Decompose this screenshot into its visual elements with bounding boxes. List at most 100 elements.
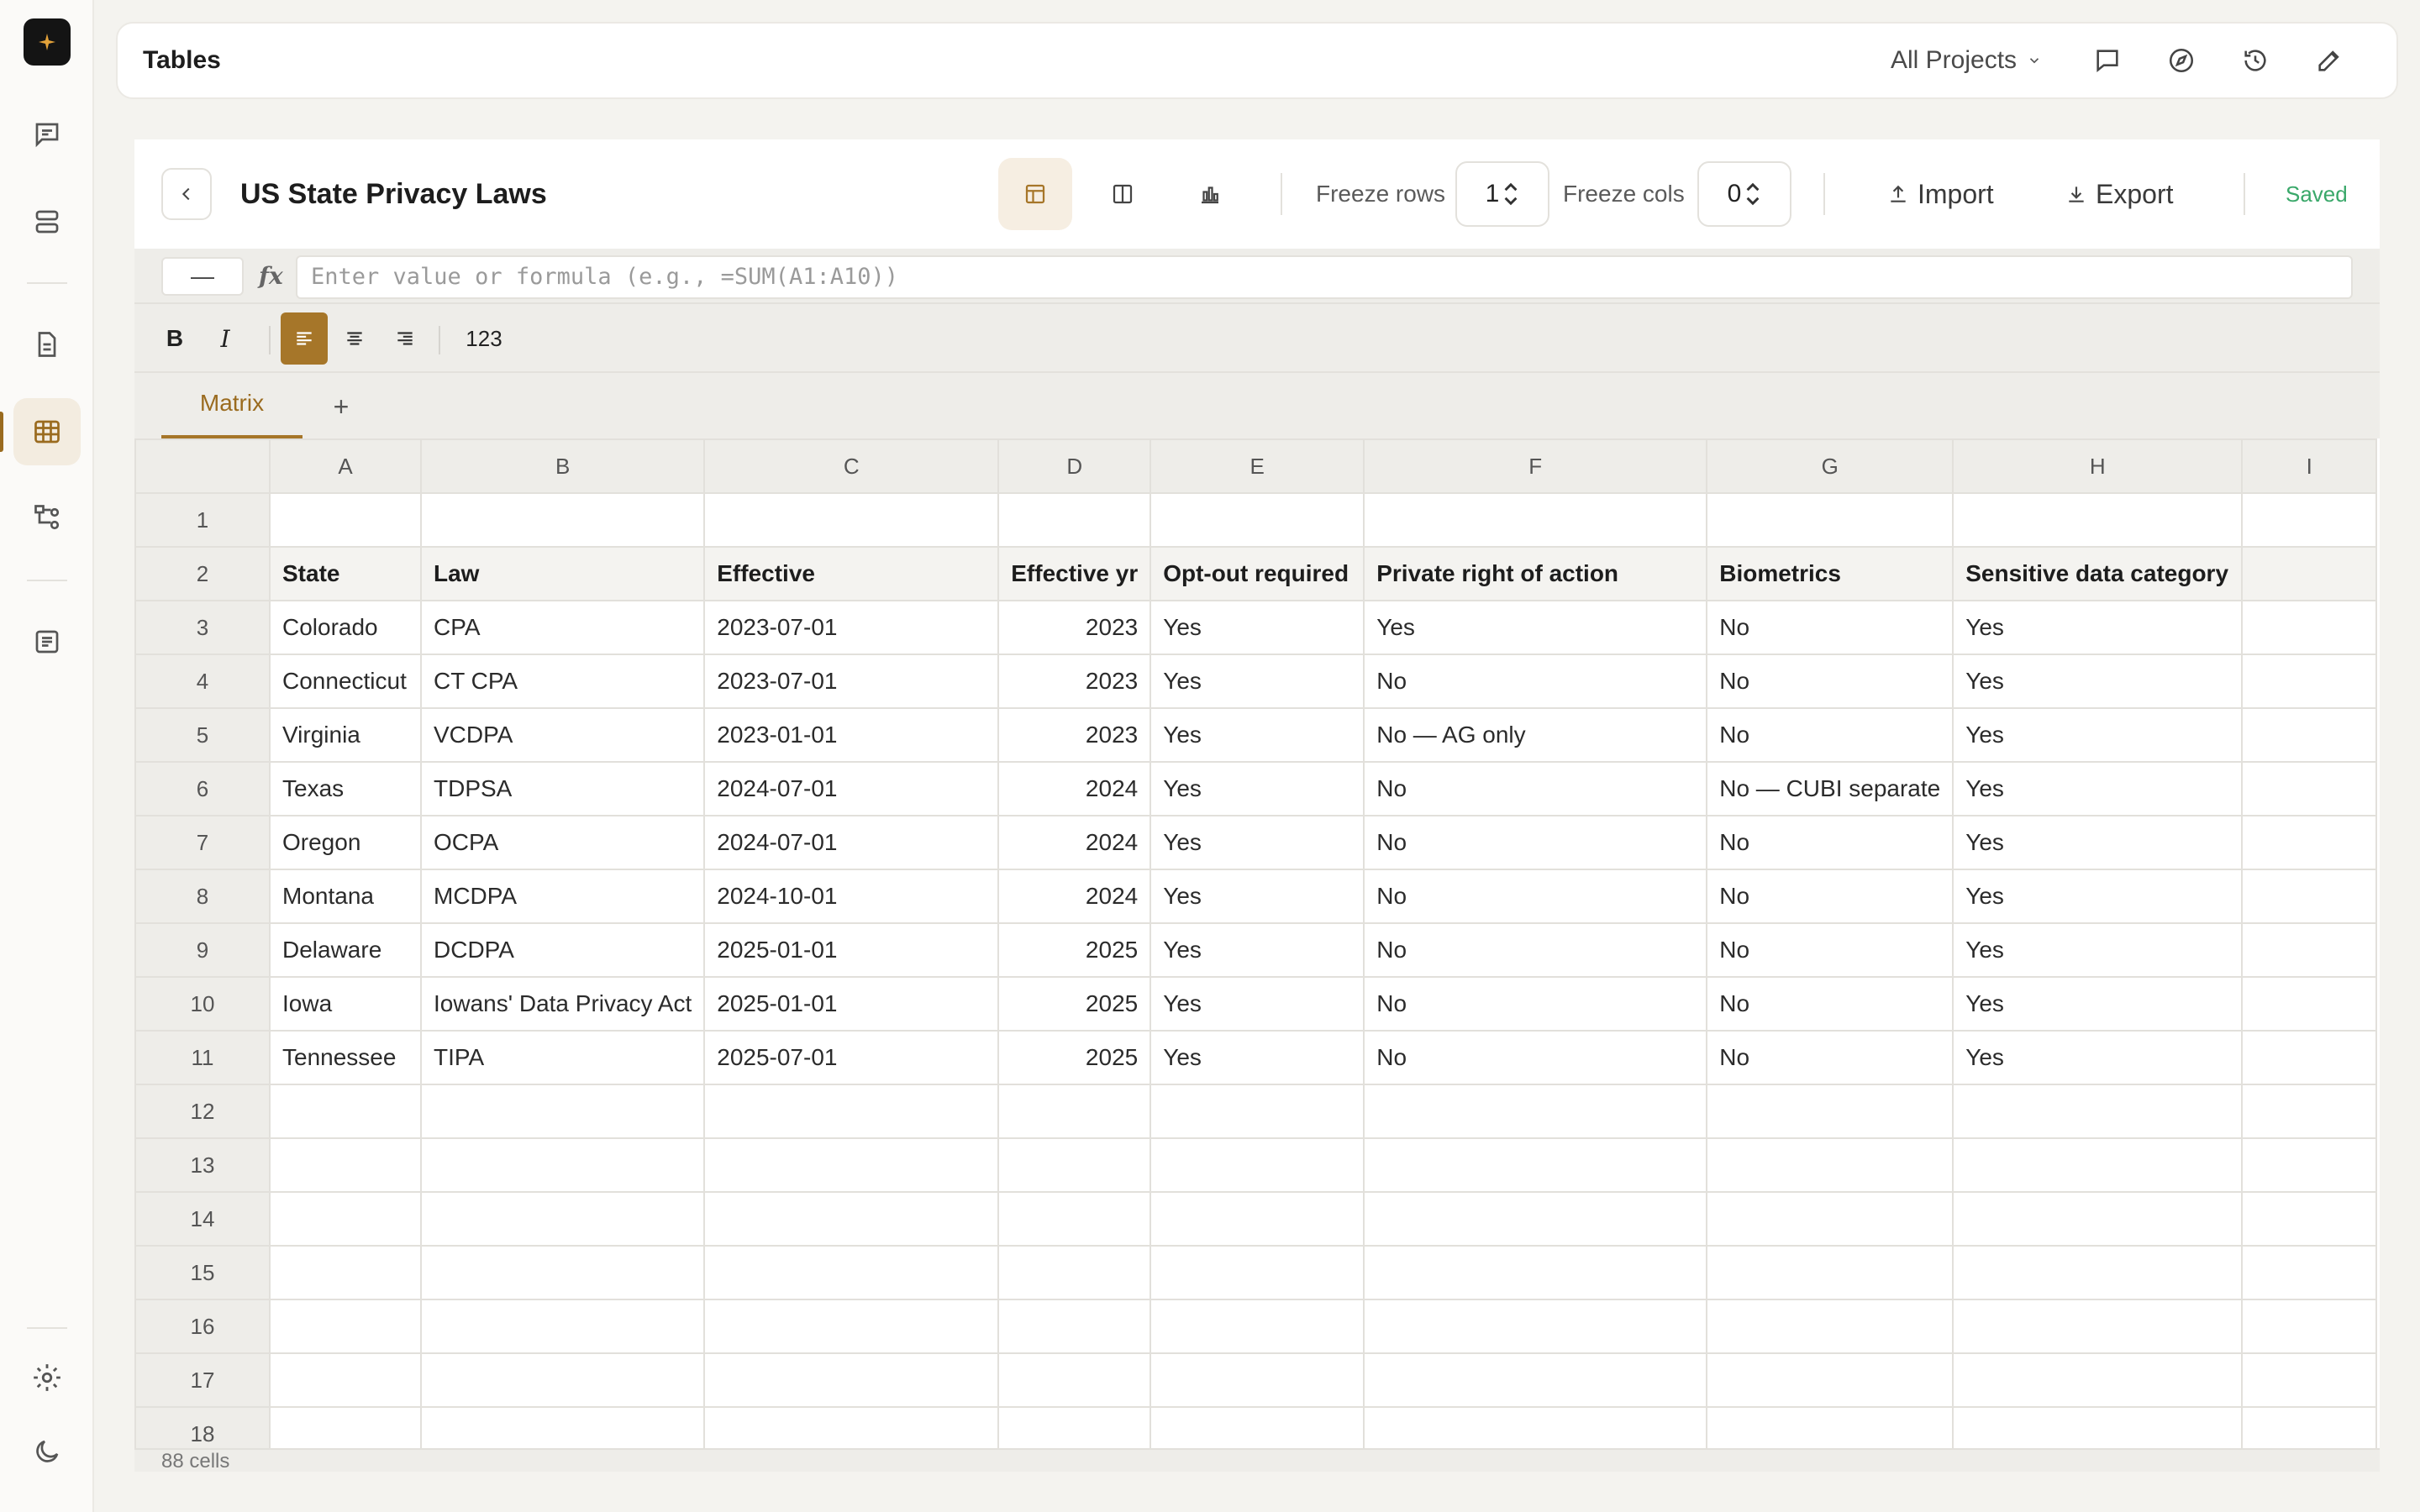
grid-cell[interactable] <box>1150 1137 1365 1193</box>
grid-cell[interactable]: 2025 <box>997 922 1152 978</box>
grid-cell[interactable]: Yes <box>1150 761 1365 816</box>
grid-cell[interactable]: 2023 <box>997 600 1152 655</box>
grid-cell[interactable]: MCDPA <box>419 869 706 924</box>
grid-cell[interactable] <box>269 1352 422 1408</box>
grid-cell[interactable]: 2023 <box>997 654 1152 709</box>
grid-cell[interactable] <box>269 1299 422 1354</box>
grid-cell[interactable]: 2024 <box>997 815 1152 870</box>
grid-cell[interactable] <box>1706 492 1954 548</box>
grid-cell[interactable] <box>2241 976 2378 1032</box>
row-header[interactable]: 4 <box>134 654 271 709</box>
grid-cell[interactable]: CT CPA <box>419 654 706 709</box>
grid-cell[interactable] <box>419 1406 706 1448</box>
grid-cell[interactable] <box>1706 1352 1954 1408</box>
grid-cell[interactable] <box>1952 1299 2244 1354</box>
grid-cell[interactable] <box>1706 1245 1954 1300</box>
row-header[interactable]: 9 <box>134 922 271 978</box>
grid-cell[interactable]: 2025 <box>997 1030 1152 1085</box>
row-header[interactable]: 6 <box>134 761 271 816</box>
row-header[interactable]: 13 <box>134 1137 271 1193</box>
grid-cell[interactable] <box>269 1191 422 1247</box>
grid-cell[interactable] <box>1150 1191 1365 1247</box>
message-icon[interactable] <box>2089 42 2126 79</box>
grid-cell[interactable] <box>703 492 1000 548</box>
grid-cell[interactable]: Sensitive data category <box>1952 546 2244 601</box>
grid-cell[interactable]: State <box>269 546 422 601</box>
grid-cell[interactable] <box>1952 1084 2244 1139</box>
grid-cell[interactable] <box>1706 1137 1954 1193</box>
grid-cell[interactable] <box>1363 1406 1708 1448</box>
gear-icon[interactable] <box>13 1344 81 1411</box>
grid-cell[interactable] <box>1706 1406 1954 1448</box>
grid-cell[interactable] <box>703 1084 1000 1139</box>
chart-view-button[interactable] <box>1173 158 1247 230</box>
grid-cell[interactable]: No <box>1706 922 1954 978</box>
grid-cell[interactable]: OCPA <box>419 815 706 870</box>
grid-cell[interactable] <box>2241 1299 2378 1354</box>
freeze-rows-stepper[interactable]: 1 <box>1455 161 1549 227</box>
grid-cell[interactable] <box>2241 546 2378 601</box>
grid-cell[interactable]: Texas <box>269 761 422 816</box>
row-header[interactable]: 1 <box>134 492 271 548</box>
grid-cell[interactable] <box>419 1137 706 1193</box>
row-header[interactable]: 2 <box>134 546 271 601</box>
grid-cell[interactable]: Yes <box>1363 600 1708 655</box>
grid-cell[interactable] <box>269 1245 422 1300</box>
italic-button[interactable]: I <box>202 312 249 365</box>
grid-cell[interactable] <box>1363 1137 1708 1193</box>
grid-cell[interactable] <box>1363 1084 1708 1139</box>
grid-cell[interactable] <box>419 1299 706 1354</box>
grid-cell[interactable] <box>1363 492 1708 548</box>
row-header[interactable]: 16 <box>134 1299 271 1354</box>
grid-cell[interactable] <box>1706 1299 1954 1354</box>
workflow-icon[interactable] <box>13 484 81 551</box>
freeze-cols-stepper[interactable]: 0 <box>1697 161 1791 227</box>
grid-cell[interactable] <box>1150 1299 1365 1354</box>
edit-icon[interactable] <box>2311 42 2348 79</box>
grid-cell[interactable] <box>997 1191 1152 1247</box>
grid-cell[interactable] <box>1363 1352 1708 1408</box>
grid-cell[interactable]: 2025 <box>997 976 1152 1032</box>
grid-cell[interactable] <box>2241 654 2378 709</box>
grid-cell[interactable]: No <box>1706 869 1954 924</box>
moon-icon[interactable] <box>13 1418 81 1485</box>
grid-cell[interactable] <box>1150 1406 1365 1448</box>
grid-cell[interactable] <box>1363 1299 1708 1354</box>
grid-cell[interactable] <box>1952 492 2244 548</box>
row-header[interactable]: 8 <box>134 869 271 924</box>
grid-cell[interactable]: No <box>1363 922 1708 978</box>
grid-cell[interactable] <box>1150 1084 1365 1139</box>
row-header[interactable]: 17 <box>134 1352 271 1408</box>
grid-cell[interactable]: Yes <box>1952 707 2244 763</box>
grid-cell[interactable] <box>997 492 1152 548</box>
grid-cell[interactable] <box>1952 1406 2244 1448</box>
history-icon[interactable] <box>2237 42 2274 79</box>
grid-cell[interactable] <box>419 1352 706 1408</box>
cell-reference[interactable]: — <box>161 257 244 296</box>
grid-cell[interactable] <box>997 1406 1152 1448</box>
grid-cell[interactable]: 2025-01-01 <box>703 922 1000 978</box>
compass-icon[interactable] <box>2163 42 2200 79</box>
grid-cell[interactable] <box>1706 1084 1954 1139</box>
grid-cell[interactable]: No <box>1363 976 1708 1032</box>
grid-cell[interactable]: Tennessee <box>269 1030 422 1085</box>
database-icon[interactable] <box>13 188 81 255</box>
grid-cell[interactable]: Yes <box>1952 922 2244 978</box>
grid-cell[interactable]: Effective <box>703 546 1000 601</box>
row-header[interactable]: 18 <box>134 1406 271 1448</box>
grid-cell[interactable] <box>419 1084 706 1139</box>
grid-cell[interactable]: Yes <box>1952 654 2244 709</box>
grid-cell[interactable]: No <box>1363 869 1708 924</box>
grid-cell[interactable]: Yes <box>1150 976 1365 1032</box>
grid-cell[interactable]: 2024-10-01 <box>703 869 1000 924</box>
grid-cell[interactable]: Virginia <box>269 707 422 763</box>
grid-corner[interactable] <box>134 438 271 494</box>
grid-cell[interactable]: Yes <box>1952 976 2244 1032</box>
grid-cell[interactable]: VCDPA <box>419 707 706 763</box>
table-icon[interactable] <box>13 398 81 465</box>
document-icon[interactable] <box>13 311 81 378</box>
grid-view-button[interactable] <box>998 158 1072 230</box>
row-header[interactable]: 5 <box>134 707 271 763</box>
grid-cell[interactable]: Delaware <box>269 922 422 978</box>
grid-cell[interactable]: DCDPA <box>419 922 706 978</box>
